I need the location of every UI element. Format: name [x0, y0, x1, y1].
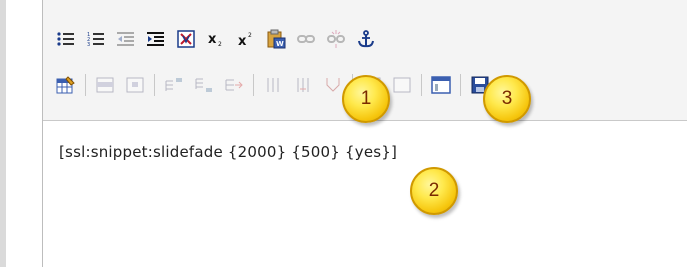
table-props-icon — [393, 77, 411, 93]
unordered-list-icon — [57, 31, 75, 47]
table-props-button[interactable] — [389, 72, 415, 98]
remove-format-icon — [177, 30, 195, 48]
editor-content-area[interactable]: [ssl:snippet:slidefade {2000} {500} {yes… — [43, 121, 687, 267]
toolbar-row-2 — [53, 68, 493, 102]
callout-number: 1 — [360, 88, 372, 109]
delete-row-icon — [225, 77, 243, 93]
indent-button[interactable] — [143, 26, 169, 52]
unlink-icon — [327, 30, 345, 48]
split-cells-icon — [324, 77, 342, 93]
ordered-list-button[interactable]: 123 — [83, 26, 109, 52]
toolbar-separator — [460, 74, 461, 96]
toolbar-separator — [85, 74, 86, 96]
subscript-button[interactable]: x2 — [203, 26, 229, 52]
callout-badge-2: 2 — [410, 167, 458, 215]
insert-row-after-button[interactable] — [191, 72, 217, 98]
svg-text:2: 2 — [248, 32, 252, 39]
svg-text:x: x — [238, 34, 247, 47]
delete-row-button[interactable] — [221, 72, 247, 98]
insert-table-icon — [56, 76, 76, 94]
gutter-spacer — [6, 0, 14, 267]
toolbar-row-1: 123 x2 x 2 W — [53, 22, 379, 56]
table-cell-props-button[interactable] — [122, 72, 148, 98]
svg-text:W: W — [276, 40, 284, 48]
svg-text:x: x — [208, 32, 217, 47]
superscript-icon: x2 — [237, 31, 255, 47]
toolbar-separator — [253, 74, 254, 96]
callout-number: 2 — [428, 180, 440, 201]
insert-col-button[interactable] — [260, 72, 286, 98]
callout-badge-3: 3 — [483, 75, 531, 123]
link-button[interactable] — [293, 26, 319, 52]
insert-row-before-button[interactable] — [161, 72, 187, 98]
toolbar-separator — [421, 74, 422, 96]
unordered-list-button[interactable] — [53, 26, 79, 52]
callout-number: 3 — [501, 88, 513, 109]
insert-row-after-icon — [195, 77, 213, 93]
table-cell-props-icon — [126, 77, 144, 93]
anchor-button[interactable] — [353, 26, 379, 52]
table-row-props-icon — [96, 77, 114, 93]
svg-text:3: 3 — [87, 42, 90, 47]
table-row-props-button[interactable] — [92, 72, 118, 98]
delete-col-button[interactable] — [290, 72, 316, 98]
callout-badge-1: 1 — [342, 75, 390, 123]
insert-table-button[interactable] — [53, 72, 79, 98]
subscript-icon: x2 — [207, 31, 225, 47]
ordered-list-icon: 123 — [87, 31, 105, 47]
link-icon — [297, 31, 315, 47]
toolbar-separator — [154, 74, 155, 96]
indent-icon — [147, 31, 165, 47]
svg-text:2: 2 — [218, 41, 222, 47]
anchor-icon — [357, 30, 375, 48]
outdent-icon — [117, 31, 135, 47]
rich-text-editor: 123 x2 x 2 W [ssl:snippet:slidefade {200… — [42, 0, 687, 267]
shortcode-text: [ssl:snippet:slidefade {2000} {500} {yes… — [59, 143, 398, 161]
template-icon — [431, 76, 451, 94]
unlink-button[interactable] — [323, 26, 349, 52]
delete-col-icon — [294, 77, 312, 93]
paste-word-icon: W — [266, 29, 286, 49]
template-button[interactable] — [428, 72, 454, 98]
outdent-button[interactable] — [113, 26, 139, 52]
superscript-button[interactable]: x2 — [233, 26, 259, 52]
insert-row-before-icon — [165, 77, 183, 93]
remove-format-button[interactable] — [173, 26, 199, 52]
insert-col-icon — [264, 77, 282, 93]
paste-word-button[interactable]: W — [263, 26, 289, 52]
